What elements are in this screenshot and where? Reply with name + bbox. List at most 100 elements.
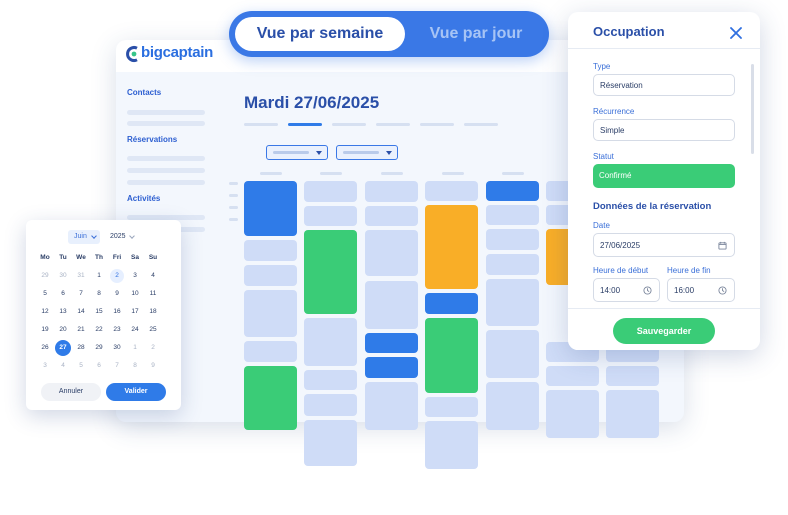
filter-dropdown[interactable]	[336, 145, 398, 160]
calendar-slot[interactable]	[365, 181, 418, 202]
calendar-slot[interactable]	[304, 420, 357, 466]
calendar-slot[interactable]	[425, 421, 478, 469]
calendar-slot[interactable]	[244, 341, 297, 362]
calendar-slot[interactable]	[244, 265, 297, 286]
tab-placeholder[interactable]	[464, 123, 498, 126]
calendar-day[interactable]: 1	[126, 339, 144, 357]
calendar-slot[interactable]	[244, 290, 297, 337]
calendar-day[interactable]: 2	[108, 267, 126, 285]
month-select[interactable]: Juin	[68, 230, 100, 244]
tab-active[interactable]	[288, 123, 322, 126]
calendar-slot[interactable]	[486, 330, 539, 378]
calendar-day[interactable]: 5	[36, 285, 54, 303]
calendar-day[interactable]: 15	[90, 303, 108, 321]
calendar-day[interactable]: 7	[72, 285, 90, 303]
calendar-icon[interactable]	[718, 241, 727, 250]
calendar-event[interactable]	[244, 366, 297, 430]
calendar-event[interactable]	[365, 357, 418, 378]
tab-placeholder[interactable]	[332, 123, 366, 126]
start-time-field[interactable]: 14:00	[593, 278, 660, 302]
end-time-field[interactable]: 16:00	[667, 278, 735, 302]
calendar-slot[interactable]	[425, 397, 478, 417]
calendar-slot[interactable]	[365, 230, 418, 276]
calendar-day[interactable]: 22	[90, 321, 108, 339]
calendar-day[interactable]: 30	[54, 267, 72, 285]
calendar-slot[interactable]	[244, 240, 297, 261]
sidebar-item-contacts[interactable]: Contacts	[127, 88, 161, 97]
calendar-slot[interactable]	[304, 394, 357, 416]
filter-dropdown[interactable]	[266, 145, 328, 160]
calendar-day[interactable]: 3	[36, 357, 54, 375]
calendar-slot[interactable]	[304, 206, 357, 226]
date-field[interactable]: 27/06/2025	[593, 233, 735, 257]
calendar-slot[interactable]	[365, 281, 418, 329]
calendar-day[interactable]: 14	[72, 303, 90, 321]
calendar-day[interactable]: 7	[108, 357, 126, 375]
sidebar-item-reservations[interactable]: Réservations	[127, 135, 177, 144]
tab-placeholder[interactable]	[244, 123, 278, 126]
sidebar-item-activites[interactable]: Activités	[127, 194, 160, 203]
validate-button[interactable]: Valider	[106, 383, 166, 401]
calendar-day[interactable]: 4	[144, 267, 162, 285]
save-button[interactable]: Sauvegarder	[613, 318, 715, 344]
status-field[interactable]: Confirmé	[593, 164, 735, 188]
calendar-event[interactable]	[244, 181, 297, 236]
calendar-day[interactable]: 29	[36, 267, 54, 285]
calendar-day[interactable]: 6	[54, 285, 72, 303]
calendar-event[interactable]	[486, 181, 539, 201]
cancel-button[interactable]: Annuler	[41, 383, 101, 401]
tab-placeholder[interactable]	[376, 123, 410, 126]
calendar-day[interactable]: 2	[144, 339, 162, 357]
calendar-day[interactable]: 8	[126, 357, 144, 375]
recurrence-field[interactable]: Simple	[593, 119, 735, 141]
calendar-slot[interactable]	[606, 366, 659, 386]
close-icon[interactable]	[730, 27, 742, 39]
calendar-day[interactable]: 5	[72, 357, 90, 375]
calendar-day[interactable]: 24	[126, 321, 144, 339]
calendar-slot[interactable]	[486, 205, 539, 225]
calendar-slot[interactable]	[486, 382, 539, 430]
tab-day-view[interactable]: Vue par jour	[409, 17, 543, 51]
calendar-day[interactable]: 13	[54, 303, 72, 321]
clock-icon[interactable]	[643, 286, 652, 295]
type-field[interactable]: Réservation	[593, 74, 735, 96]
calendar-day[interactable]: 6	[90, 357, 108, 375]
calendar-event[interactable]	[425, 205, 478, 289]
tab-placeholder[interactable]	[420, 123, 454, 126]
calendar-day[interactable]: 9	[108, 285, 126, 303]
calendar-event[interactable]	[425, 293, 478, 314]
tab-week-view[interactable]: Vue par semaine	[235, 17, 405, 51]
calendar-slot[interactable]	[365, 382, 418, 430]
calendar-day[interactable]: 11	[144, 285, 162, 303]
calendar-slot[interactable]	[546, 390, 599, 438]
calendar-slot[interactable]	[425, 181, 478, 201]
calendar-slot[interactable]	[486, 279, 539, 326]
calendar-day[interactable]: 3	[126, 267, 144, 285]
calendar-day[interactable]: 12	[36, 303, 54, 321]
calendar-day[interactable]: 19	[36, 321, 54, 339]
calendar-slot[interactable]	[606, 390, 659, 438]
calendar-slot[interactable]	[365, 206, 418, 226]
calendar-day[interactable]: 9	[144, 357, 162, 375]
calendar-day[interactable]: 10	[126, 285, 144, 303]
calendar-day[interactable]: 28	[72, 339, 90, 357]
calendar-day[interactable]: 8	[90, 285, 108, 303]
calendar-slot[interactable]	[304, 181, 357, 202]
calendar-day[interactable]: 31	[72, 267, 90, 285]
calendar-day[interactable]: 26	[36, 339, 54, 357]
calendar-slot[interactable]	[546, 366, 599, 386]
year-select[interactable]: 2025	[110, 230, 126, 244]
calendar-day[interactable]: 1	[90, 267, 108, 285]
calendar-slot[interactable]	[304, 370, 357, 390]
calendar-slot[interactable]	[304, 318, 357, 366]
calendar-event[interactable]	[365, 333, 418, 353]
calendar-day[interactable]: 21	[72, 321, 90, 339]
calendar-slot[interactable]	[486, 229, 539, 250]
clock-icon[interactable]	[718, 286, 727, 295]
calendar-day[interactable]: 29	[90, 339, 108, 357]
scrollbar[interactable]	[751, 64, 754, 154]
calendar-event[interactable]	[425, 318, 478, 393]
calendar-event[interactable]	[304, 230, 357, 314]
calendar-day[interactable]: 25	[144, 321, 162, 339]
calendar-slot[interactable]	[486, 254, 539, 275]
